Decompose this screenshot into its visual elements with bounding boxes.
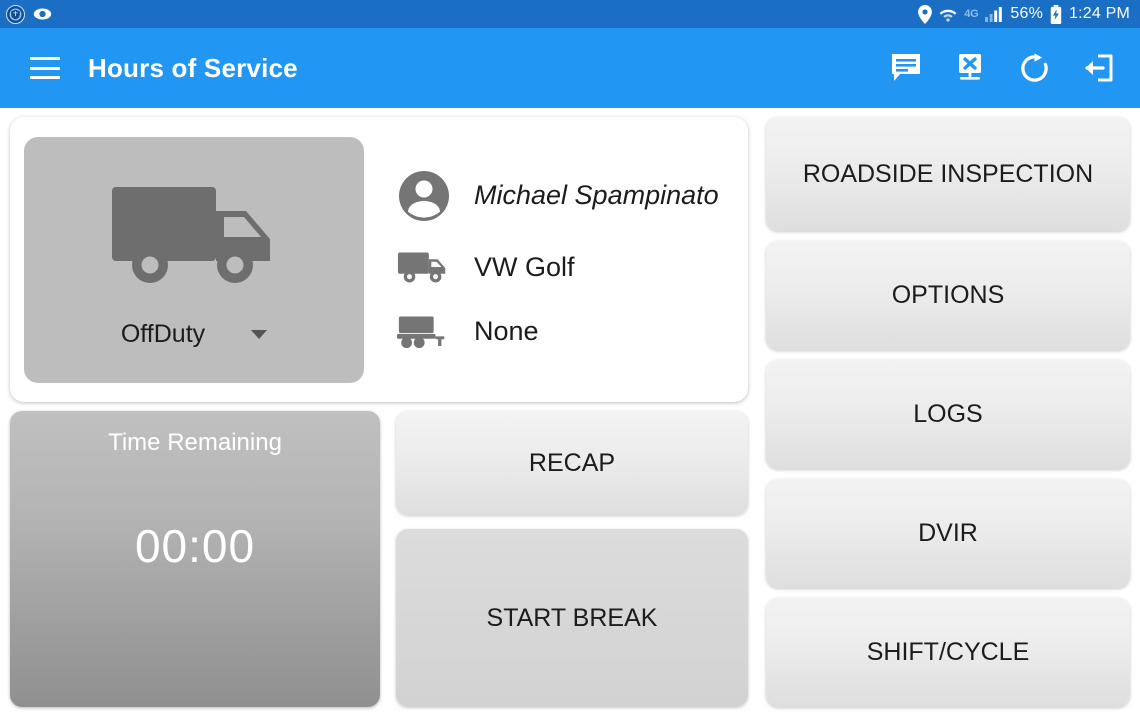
trailer-icon (396, 312, 452, 352)
hamburger-line (30, 76, 60, 79)
logout-icon[interactable] (1078, 48, 1118, 88)
trailer-value: None (474, 316, 539, 346)
options-button[interactable]: OPTIONS (766, 241, 1130, 351)
shift-cycle-button[interactable]: SHIFT/CYCLE (766, 598, 1130, 707)
app-bar-actions (886, 48, 1118, 88)
app-notification-icon (6, 4, 25, 24)
hamburger-line (30, 66, 60, 70)
signal-bars-icon (985, 6, 1003, 22)
duty-status-row: OffDuty (24, 320, 364, 349)
driver-name-value: Michael Spampinato (474, 180, 719, 210)
caret-down-icon[interactable] (251, 329, 268, 339)
start-break-button[interactable]: START BREAK (396, 529, 748, 707)
app-bar: Hours of Service (0, 28, 1140, 108)
battery-percent-label: 56% (1010, 5, 1043, 22)
status-bar: 4G 56% 1:24 PM (0, 0, 1140, 28)
person-avatar-icon (396, 168, 452, 224)
battery-charging-icon (1050, 4, 1062, 24)
device-disconnected-icon[interactable] (950, 48, 990, 88)
driver-name-row: Michael Spampinato (396, 168, 734, 224)
duty-status-selector[interactable]: OffDuty (24, 136, 364, 383)
status-bar-right: 4G 56% 1:24 PM (918, 4, 1130, 24)
roadside-inspection-button[interactable]: ROADSIDE INSPECTION (766, 117, 1130, 232)
vehicle-row: VW Golf (396, 248, 734, 288)
hamburger-menu-icon[interactable] (30, 57, 60, 79)
main-action-column: RECAP START BREAK (396, 411, 748, 707)
wifi-icon (939, 5, 957, 23)
left-column: OffDuty Michael Spampinato VW Golf None … (10, 117, 748, 707)
clock-label: 1:24 PM (1069, 5, 1130, 22)
truck-icon (106, 175, 282, 298)
driver-info-list: Michael Spampinato VW Golf None (364, 168, 734, 352)
eye-icon (33, 7, 52, 21)
main-content: OffDuty Michael Spampinato VW Golf None … (0, 108, 1140, 713)
refresh-icon[interactable] (1014, 48, 1054, 88)
vehicle-value: VW Golf (474, 252, 575, 282)
time-remaining-label: Time Remaining (108, 429, 282, 456)
truck-icon (396, 248, 452, 288)
driver-status-card: OffDuty Michael Spampinato VW Golf None (10, 117, 748, 402)
page-title: Hours of Service (88, 52, 298, 83)
lower-row: Time Remaining 00:00 RECAP START BREAK (10, 411, 748, 707)
location-pin-icon (918, 4, 933, 24)
dvir-button[interactable]: DVIR (766, 479, 1130, 589)
network-label: 4G (964, 8, 979, 20)
side-action-column: ROADSIDE INSPECTION OPTIONS LOGS DVIR SH… (758, 117, 1130, 707)
network-4g-icon: 4G (964, 8, 978, 20)
messages-icon[interactable] (886, 48, 926, 88)
time-remaining-panel: Time Remaining 00:00 (10, 411, 380, 707)
status-bar-left (6, 4, 52, 24)
recap-button[interactable]: RECAP (396, 411, 748, 515)
hamburger-line (30, 57, 60, 60)
time-remaining-value: 00:00 (134, 520, 256, 572)
logs-button[interactable]: LOGS (766, 360, 1130, 470)
trailer-row: None (396, 312, 734, 352)
duty-status-label: OffDuty (120, 319, 206, 348)
